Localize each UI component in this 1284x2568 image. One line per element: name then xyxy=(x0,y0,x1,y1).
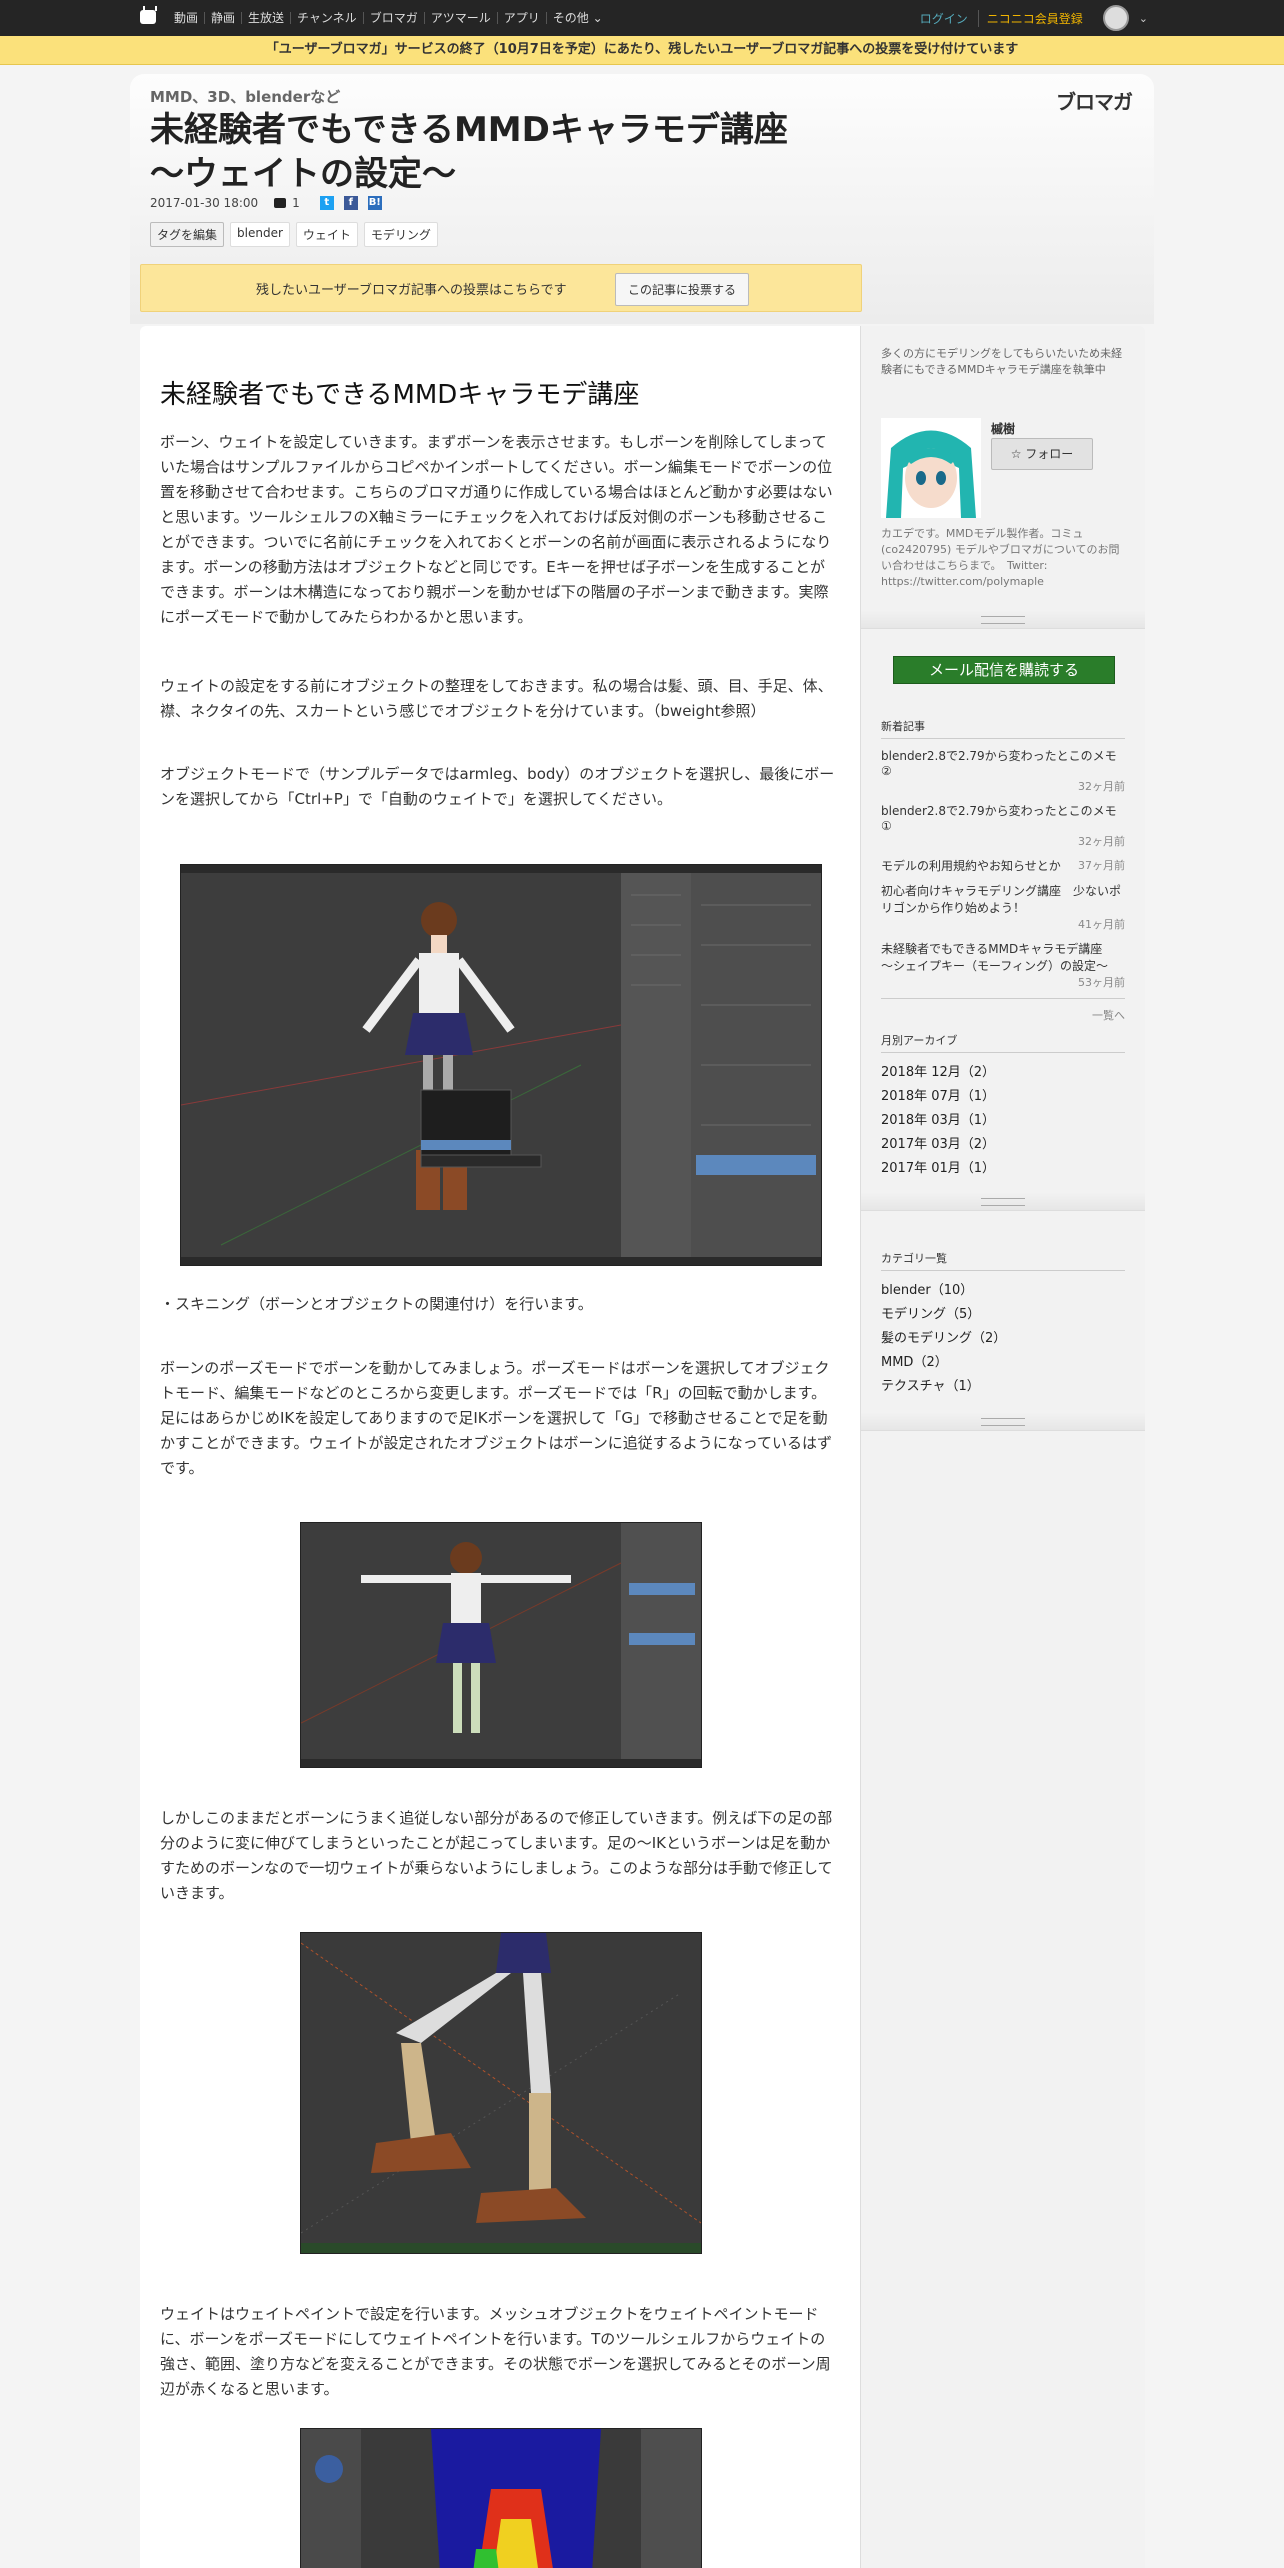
tag-weight[interactable]: ウェイト xyxy=(295,222,358,247)
category-item[interactable]: 髪のモデリング（2） xyxy=(881,1327,1125,1351)
tag-edit-button[interactable]: タグを編集 xyxy=(150,222,225,247)
more-label: その他 xyxy=(552,11,589,25)
chevron-down-icon[interactable]: ⌄ xyxy=(1139,12,1148,25)
tag-blender[interactable]: blender xyxy=(230,222,290,247)
user-avatar-icon[interactable] xyxy=(1102,5,1129,31)
weight-paint-image xyxy=(301,2429,701,2568)
recent-articles-title: 新着記事 xyxy=(881,718,1125,739)
tag-list: タグを編集 blender ウェイト モデリング xyxy=(150,222,438,247)
recent-article-age: 32ヶ月前 xyxy=(1078,780,1125,793)
vote-text: 残したいユーザーブロマガ記事への投票はこちらです xyxy=(256,283,567,298)
mail-subscribe-button[interactable]: メール配信を購読する xyxy=(893,656,1115,684)
nav-link-apps[interactable]: アプリ xyxy=(496,12,546,24)
blender-screenshot-posemode[interactable] xyxy=(300,1522,702,1768)
nav-link-atsumaru[interactable]: アツマール xyxy=(423,12,497,24)
chevron-down-icon: ⌄ xyxy=(592,11,603,25)
paragraph: オブジェクトモードで（サンプルデータではarmleg、body）のオブジェクトを… xyxy=(160,765,835,808)
recent-article-title[interactable]: 未経験者でもできるMMDキャラモデ講座 ～シェイプキー（モーフィング）の設定～ xyxy=(881,940,1125,974)
recent-article-title[interactable]: モデルの利用規約やお知らせとか xyxy=(881,857,1061,874)
service-end-notice[interactable]: 「ユーザーブロマガ」サービスの終了（10月7日を予定）にあたり、残したいユーザー… xyxy=(0,36,1284,65)
author-avatar[interactable] xyxy=(881,418,981,518)
nav-link-live[interactable]: 生放送 xyxy=(241,12,290,24)
sidebar: 多くの方にモデリングをしてもらいたいため未経験者にもできるMMDキャラモデ講座を… xyxy=(860,326,1145,2568)
blender-screenshot-weight-paint[interactable] xyxy=(300,2428,702,2568)
recent-article-item[interactable]: 未経験者でもできるMMDキャラモデ講座 ～シェイプキー（モーフィング）の設定～ … xyxy=(881,940,1125,990)
recent-article-item[interactable]: blender2.8で2.79から変わったとこのメモ① 32ヶ月前 xyxy=(881,802,1125,849)
caption: ・スキニング（ボーンとオブジェクトの関連付け）を行います。 xyxy=(160,1295,593,1313)
follow-button[interactable]: ☆ フォロー xyxy=(991,438,1093,470)
service-links: 動画 静画 生放送 チャンネル ブロマガ アツマール アプリ その他 ⌄ xyxy=(168,0,609,36)
monthly-archive: 月別アーカイブ 2018年 12月（2） 2018年 07月（1） 2018年 … xyxy=(881,1032,1125,1181)
section-divider xyxy=(861,1412,1145,1431)
blog-name[interactable]: MMD、3D、blenderなど xyxy=(150,86,340,107)
nav-link-douga[interactable]: 動画 xyxy=(168,12,204,24)
recent-article-title[interactable]: blender2.8で2.79から変わったとこのメモ② xyxy=(881,747,1125,778)
article-heading: 未経験者でもできるMMDキャラモデ講座 xyxy=(160,380,640,410)
recent-article-item[interactable]: モデルの利用規約やお知らせとか 37ヶ月前 xyxy=(881,857,1125,874)
article-body: 未経験者でもできるMMDキャラモデ講座 ボーン、ウェイトを設定していきます。まず… xyxy=(140,326,860,2568)
leg-stretch-image xyxy=(301,1933,701,2253)
recent-article-age: 53ヶ月前 xyxy=(1078,976,1125,989)
author-name[interactable]: 槭樹 xyxy=(991,420,1015,437)
comment-icon[interactable] xyxy=(274,198,287,208)
login-link[interactable]: ログイン xyxy=(920,10,968,27)
recent-article-age: 37ヶ月前 xyxy=(1078,859,1125,872)
blender-screenshot-leg-stretch[interactable] xyxy=(300,1932,702,2254)
global-navbar: 動画 静画 生放送 チャンネル ブロマガ アツマール アプリ その他 ⌄ ログイ… xyxy=(0,0,1284,36)
archive-title: 月別アーカイブ xyxy=(881,1032,1125,1053)
category-title: カテゴリ一覧 xyxy=(881,1250,1125,1271)
archive-item[interactable]: 2018年 12月（2） xyxy=(881,1061,1125,1085)
twitter-share-icon[interactable]: t xyxy=(319,196,334,210)
category-item[interactable]: テクスチャ（1） xyxy=(881,1375,1125,1399)
recent-article-age: 32ヶ月前 xyxy=(1078,835,1125,848)
nav-link-blomaga[interactable]: ブロマガ xyxy=(362,12,424,24)
facebook-share-icon[interactable]: f xyxy=(343,196,358,210)
category-item[interactable]: MMD（2） xyxy=(881,1351,1125,1375)
hatena-bookmark-icon[interactable]: B! xyxy=(367,196,382,210)
paragraph: ボーンのポーズモードでボーンを動かしてみましょう。ポーズモードはボーンを選択して… xyxy=(160,1359,833,1477)
tag-modeling[interactable]: モデリング xyxy=(363,222,438,247)
blender-screenshot-skinning[interactable] xyxy=(180,864,822,1266)
category-item[interactable]: モデリング（5） xyxy=(881,1303,1125,1327)
pose-mode-image xyxy=(301,1523,701,1767)
recent-article-title[interactable]: 初心者向けキャラモデリング講座 少ないポリゴンから作り始めよう！ xyxy=(881,882,1125,916)
recent-article-age: 41ヶ月前 xyxy=(1078,918,1125,931)
blender-ui-image xyxy=(181,865,821,1265)
paragraph: ウェイトはウェイトペイントで設定を行います。メッシュオブジェクトをウェイトペイン… xyxy=(160,2305,831,2398)
nav-link-seiga[interactable]: 静画 xyxy=(204,12,241,24)
comment-count[interactable]: 1 xyxy=(292,196,300,210)
niconico-tv-icon[interactable] xyxy=(140,10,156,24)
author-bio: カエデです。MMDモデル製作者。コミュ(co2420795) モデルやブロマガに… xyxy=(881,527,1120,588)
follow-label: フォロー xyxy=(1025,447,1074,461)
section-divider xyxy=(861,1192,1145,1211)
paragraph: ボーン、ウェイトを設定していきます。まずボーンを表示させます。もしボーンを削除し… xyxy=(160,433,833,626)
category-item[interactable]: blender（10） xyxy=(881,1279,1125,1303)
author-card: 槭樹 ☆ フォロー xyxy=(881,418,1125,526)
blog-intro: 多くの方にモデリングをしてもらいたいため未経験者にもできるMMDキャラモデ講座を… xyxy=(881,347,1123,376)
nav-link-channel[interactable]: チャンネル xyxy=(290,12,363,24)
archive-item[interactable]: 2017年 01月（1） xyxy=(881,1157,1125,1181)
star-icon: ☆ xyxy=(1010,447,1022,461)
section-divider xyxy=(861,610,1145,629)
archive-item[interactable]: 2018年 03月（1） xyxy=(881,1109,1125,1133)
archive-item[interactable]: 2018年 07月（1） xyxy=(881,1085,1125,1109)
blomaga-logo[interactable]: ブロマガ xyxy=(1056,86,1133,115)
paragraph: しかしこのままだとボーンにうまく追従しない部分があるので修正していきます。例えば… xyxy=(160,1809,833,1902)
nav-link-more[interactable]: その他 ⌄ xyxy=(545,11,609,25)
post-date: 2017-01-30 18:00 xyxy=(150,196,259,210)
recent-article-item[interactable]: 初心者向けキャラモデリング講座 少ないポリゴンから作り始めよう！ 41ヶ月前 xyxy=(881,882,1125,932)
recent-article-item[interactable]: blender2.8で2.79から変わったとこのメモ② 32ヶ月前 xyxy=(881,747,1125,794)
recent-articles-more-link[interactable]: 一覧へ xyxy=(881,998,1125,1023)
account-area: ログイン ニコニコ会員登録 ⌄ xyxy=(920,0,1148,36)
recent-articles: 新着記事 blender2.8で2.79から変わったとこのメモ② 32ヶ月前 b… xyxy=(881,718,1125,1023)
signup-link[interactable]: ニコニコ会員登録 xyxy=(977,9,1083,27)
vote-banner: 残したいユーザーブロマガ記事への投票はこちらです この記事に投票する xyxy=(140,264,862,312)
recent-article-title[interactable]: blender2.8で2.79から変わったとこのメモ① xyxy=(881,802,1125,833)
category-list: カテゴリ一覧 blender（10） モデリング（5） 髪のモデリング（2） M… xyxy=(881,1250,1125,1399)
archive-item[interactable]: 2017年 03月（2） xyxy=(881,1133,1125,1157)
vote-button[interactable]: この記事に投票する xyxy=(615,273,750,306)
paragraph: ウェイトの設定をする前にオブジェクトの整理をしておきます。私の場合は髪、頭、目、… xyxy=(160,677,833,720)
article-meta: 2017-01-30 18:00 1 t f B! xyxy=(150,196,382,210)
article-title: 未経験者でもできるMMDキャラモデ講座 ～ウェイトの設定～ xyxy=(150,110,822,194)
